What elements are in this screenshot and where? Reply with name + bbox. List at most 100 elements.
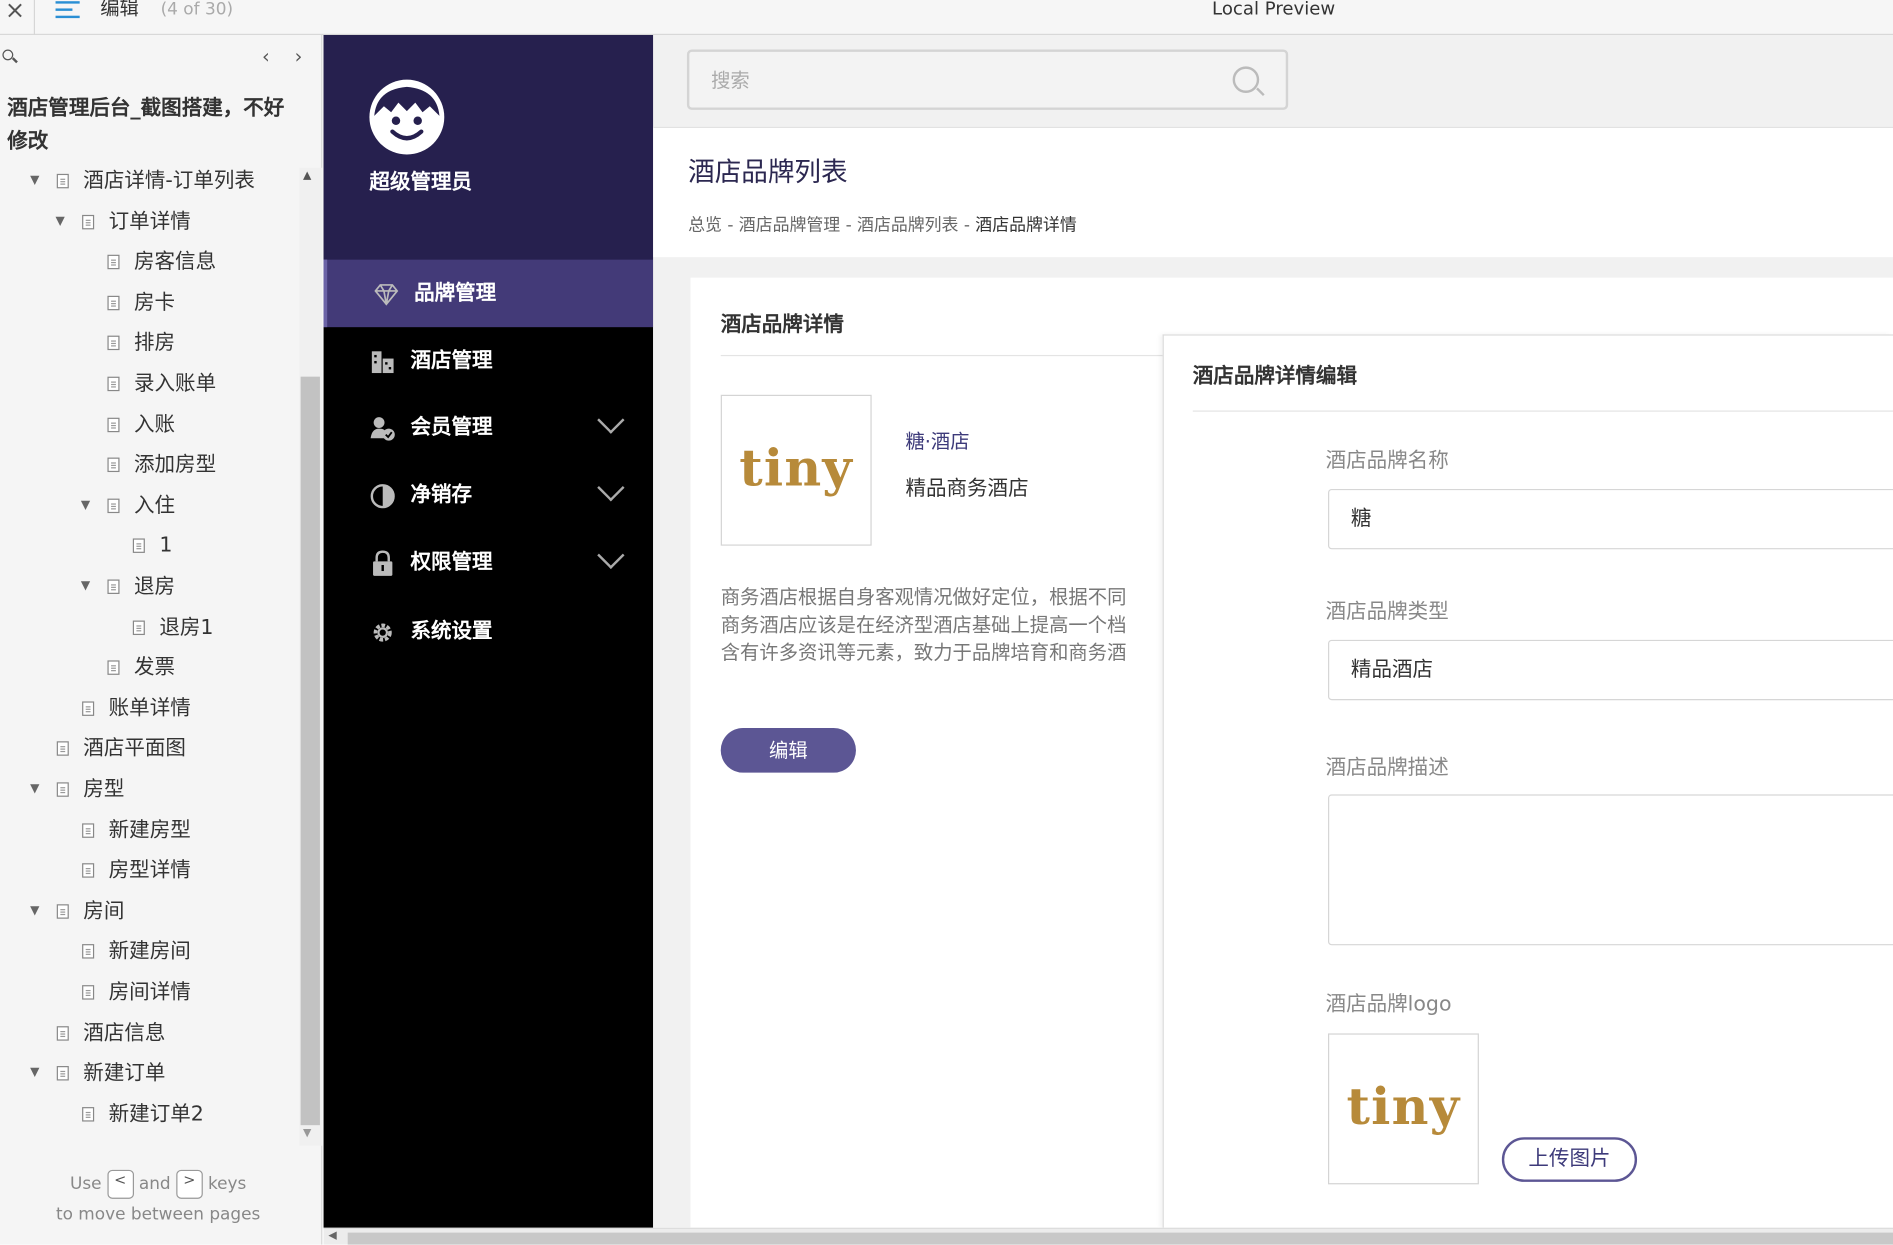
tree-item[interactable]: 酒店平面图 <box>0 734 299 763</box>
nav-item[interactable]: 品牌管理 <box>323 259 654 328</box>
chevron-down-icon[interactable] <box>597 474 625 502</box>
brand-name-field[interactable]: 糖 <box>1327 488 1893 550</box>
page-icon <box>82 985 95 1000</box>
lock-icon <box>369 550 396 578</box>
expand-toggle-icon[interactable]: ▼ <box>81 572 90 601</box>
tree-item[interactable]: 1 <box>0 532 299 561</box>
tree-item[interactable]: 新建订单2 <box>0 1100 299 1129</box>
breadcrumb-item[interactable]: 酒店品牌管理 <box>739 216 840 235</box>
tree-item[interactable]: 新建房型 <box>0 816 299 845</box>
tree-item[interactable]: ▼ 退房 <box>0 572 299 601</box>
avatar[interactable] <box>369 79 445 155</box>
chevron-left-icon[interactable]: ‹ <box>262 45 270 68</box>
tree-item[interactable]: 排房 <box>0 329 299 358</box>
page-icon <box>82 1106 95 1122</box>
tree-item[interactable]: 房客信息 <box>0 248 299 277</box>
tree-item[interactable]: 房间详情 <box>0 978 299 1007</box>
tree-item[interactable]: ▼ 新建订单 <box>0 1059 299 1088</box>
tree-item[interactable]: 账单详情 <box>0 694 299 723</box>
member-icon <box>369 415 396 442</box>
chevron-down-icon[interactable] <box>597 406 625 434</box>
search-icon[interactable] <box>2 49 14 61</box>
divider <box>720 354 1204 357</box>
tree-item[interactable]: ▼ 酒店详情-订单列表 <box>0 167 299 196</box>
detail-title: 酒店品牌详情 <box>720 312 844 337</box>
tree-item[interactable]: 发票 <box>0 653 299 682</box>
expand-toggle-icon[interactable]: ▼ <box>56 207 65 236</box>
nav-item[interactable]: 净销存 <box>324 461 654 529</box>
admin-role: 超级管理员 <box>369 170 473 195</box>
page-icon <box>107 295 120 311</box>
tree-item[interactable]: 酒店信息 <box>0 1018 299 1047</box>
scroll-down-icon[interactable]: ▼ <box>303 1128 311 1140</box>
search-input[interactable] <box>711 63 1194 96</box>
page-icon <box>107 579 120 594</box>
tree-item-label: 添加房型 <box>134 452 217 478</box>
window-title: Local Preview <box>1212 0 1336 20</box>
tree-item-label: 账单详情 <box>108 696 191 721</box>
tree-item[interactable]: ▼ 入住 <box>0 491 299 520</box>
tree-item-label: 房型详情 <box>108 858 191 883</box>
tree-item-label: 退房 <box>134 574 176 599</box>
tree-item[interactable]: 新建房间 <box>0 937 299 966</box>
expand-toggle-icon[interactable]: ▼ <box>30 167 39 196</box>
breadcrumb-separator: - <box>721 216 739 236</box>
nav-item[interactable]: 酒店管理 <box>324 327 654 395</box>
gear-icon <box>369 619 396 646</box>
tree-item[interactable]: 添加房型 <box>0 451 299 480</box>
brand-type: 精品商务酒店 <box>905 476 1029 502</box>
brand-name: 糖·酒店 <box>905 429 970 453</box>
scroll-left-icon[interactable]: ◀ <box>328 1230 336 1242</box>
chevron-down-icon[interactable] <box>597 541 625 570</box>
nav-item[interactable]: 会员管理 <box>324 394 654 462</box>
tree-item[interactable]: ▼ 房型 <box>0 775 299 804</box>
upload-image-button[interactable]: 上传图片 <box>1501 1137 1638 1182</box>
next-key-icon: > <box>176 1169 203 1199</box>
breadcrumb-item[interactable]: 总览 <box>688 216 722 235</box>
expand-toggle-icon[interactable]: ▼ <box>30 897 39 926</box>
nav-item[interactable]: 系统设置 <box>324 598 654 666</box>
scroll-up-icon[interactable]: ▲ <box>303 170 311 182</box>
horizontal-scroll-thumb[interactable] <box>347 1232 1893 1245</box>
sidebar-scroll-thumb[interactable] <box>300 376 320 1126</box>
brand-name-label: 酒店品牌名称 <box>1325 449 1449 474</box>
brand-logo: tiny <box>720 394 872 546</box>
tree-item[interactable]: ▼ 房间 <box>0 897 299 926</box>
chevron-right-icon[interactable]: › <box>295 45 303 68</box>
expand-toggle-icon[interactable]: ▼ <box>30 1059 39 1088</box>
search-box <box>686 49 1289 110</box>
page-title: 酒店品牌列表 <box>688 158 848 189</box>
tree-item-label: 订单详情 <box>108 209 191 234</box>
tree-item-label: 退房1 <box>159 615 214 640</box>
building-icon <box>369 349 396 376</box>
horizontal-scrollbar[interactable]: ◀ <box>323 1227 1893 1245</box>
edit-button[interactable]: 编辑 <box>720 727 856 773</box>
tree-item-label: 酒店平面图 <box>83 736 186 762</box>
edit-panel-title: 酒店品牌详情编辑 <box>1192 364 1357 389</box>
tree-item[interactable]: ▼ 订单详情 <box>0 207 299 236</box>
page-icon <box>56 173 69 189</box>
tree-item-label: 酒店信息 <box>83 1020 166 1046</box>
nav-header: 超级管理员 <box>323 35 654 260</box>
tree-item[interactable]: 房型详情 <box>0 856 299 885</box>
nav-item-label: 品牌管理 <box>414 281 497 306</box>
breadcrumb-item[interactable]: 酒店品牌列表 <box>857 216 958 235</box>
main-content: 酒店品牌列表 总览 - 酒店品牌管理 - 酒店品牌列表 - 酒店品牌详情 酒店品… <box>653 35 1893 1228</box>
tree-item-label: 新建房型 <box>108 818 191 843</box>
tree-item-label: 发票 <box>134 655 176 680</box>
nav-item[interactable]: 权限管理 <box>324 529 654 597</box>
expand-toggle-icon[interactable]: ▼ <box>30 775 39 804</box>
tree-item-label: 酒店详情-订单列表 <box>83 169 255 194</box>
expand-toggle-icon[interactable]: ▼ <box>81 491 90 520</box>
tree-item-label: 新建订单 <box>83 1061 166 1086</box>
tree-item[interactable]: 退房1 <box>0 613 299 642</box>
brand-desc-field[interactable] <box>1327 794 1893 946</box>
tree-item[interactable]: 房卡 <box>0 288 299 317</box>
search-icon[interactable] <box>1232 66 1260 93</box>
page-icon <box>107 660 120 676</box>
page-icon <box>56 782 69 797</box>
brand-type-field[interactable]: 精品酒店 <box>1327 639 1893 701</box>
tree-item[interactable]: 录入账单 <box>0 369 299 398</box>
tree-item-label: 入账 <box>134 412 176 437</box>
tree-item[interactable]: 入账 <box>0 410 299 439</box>
